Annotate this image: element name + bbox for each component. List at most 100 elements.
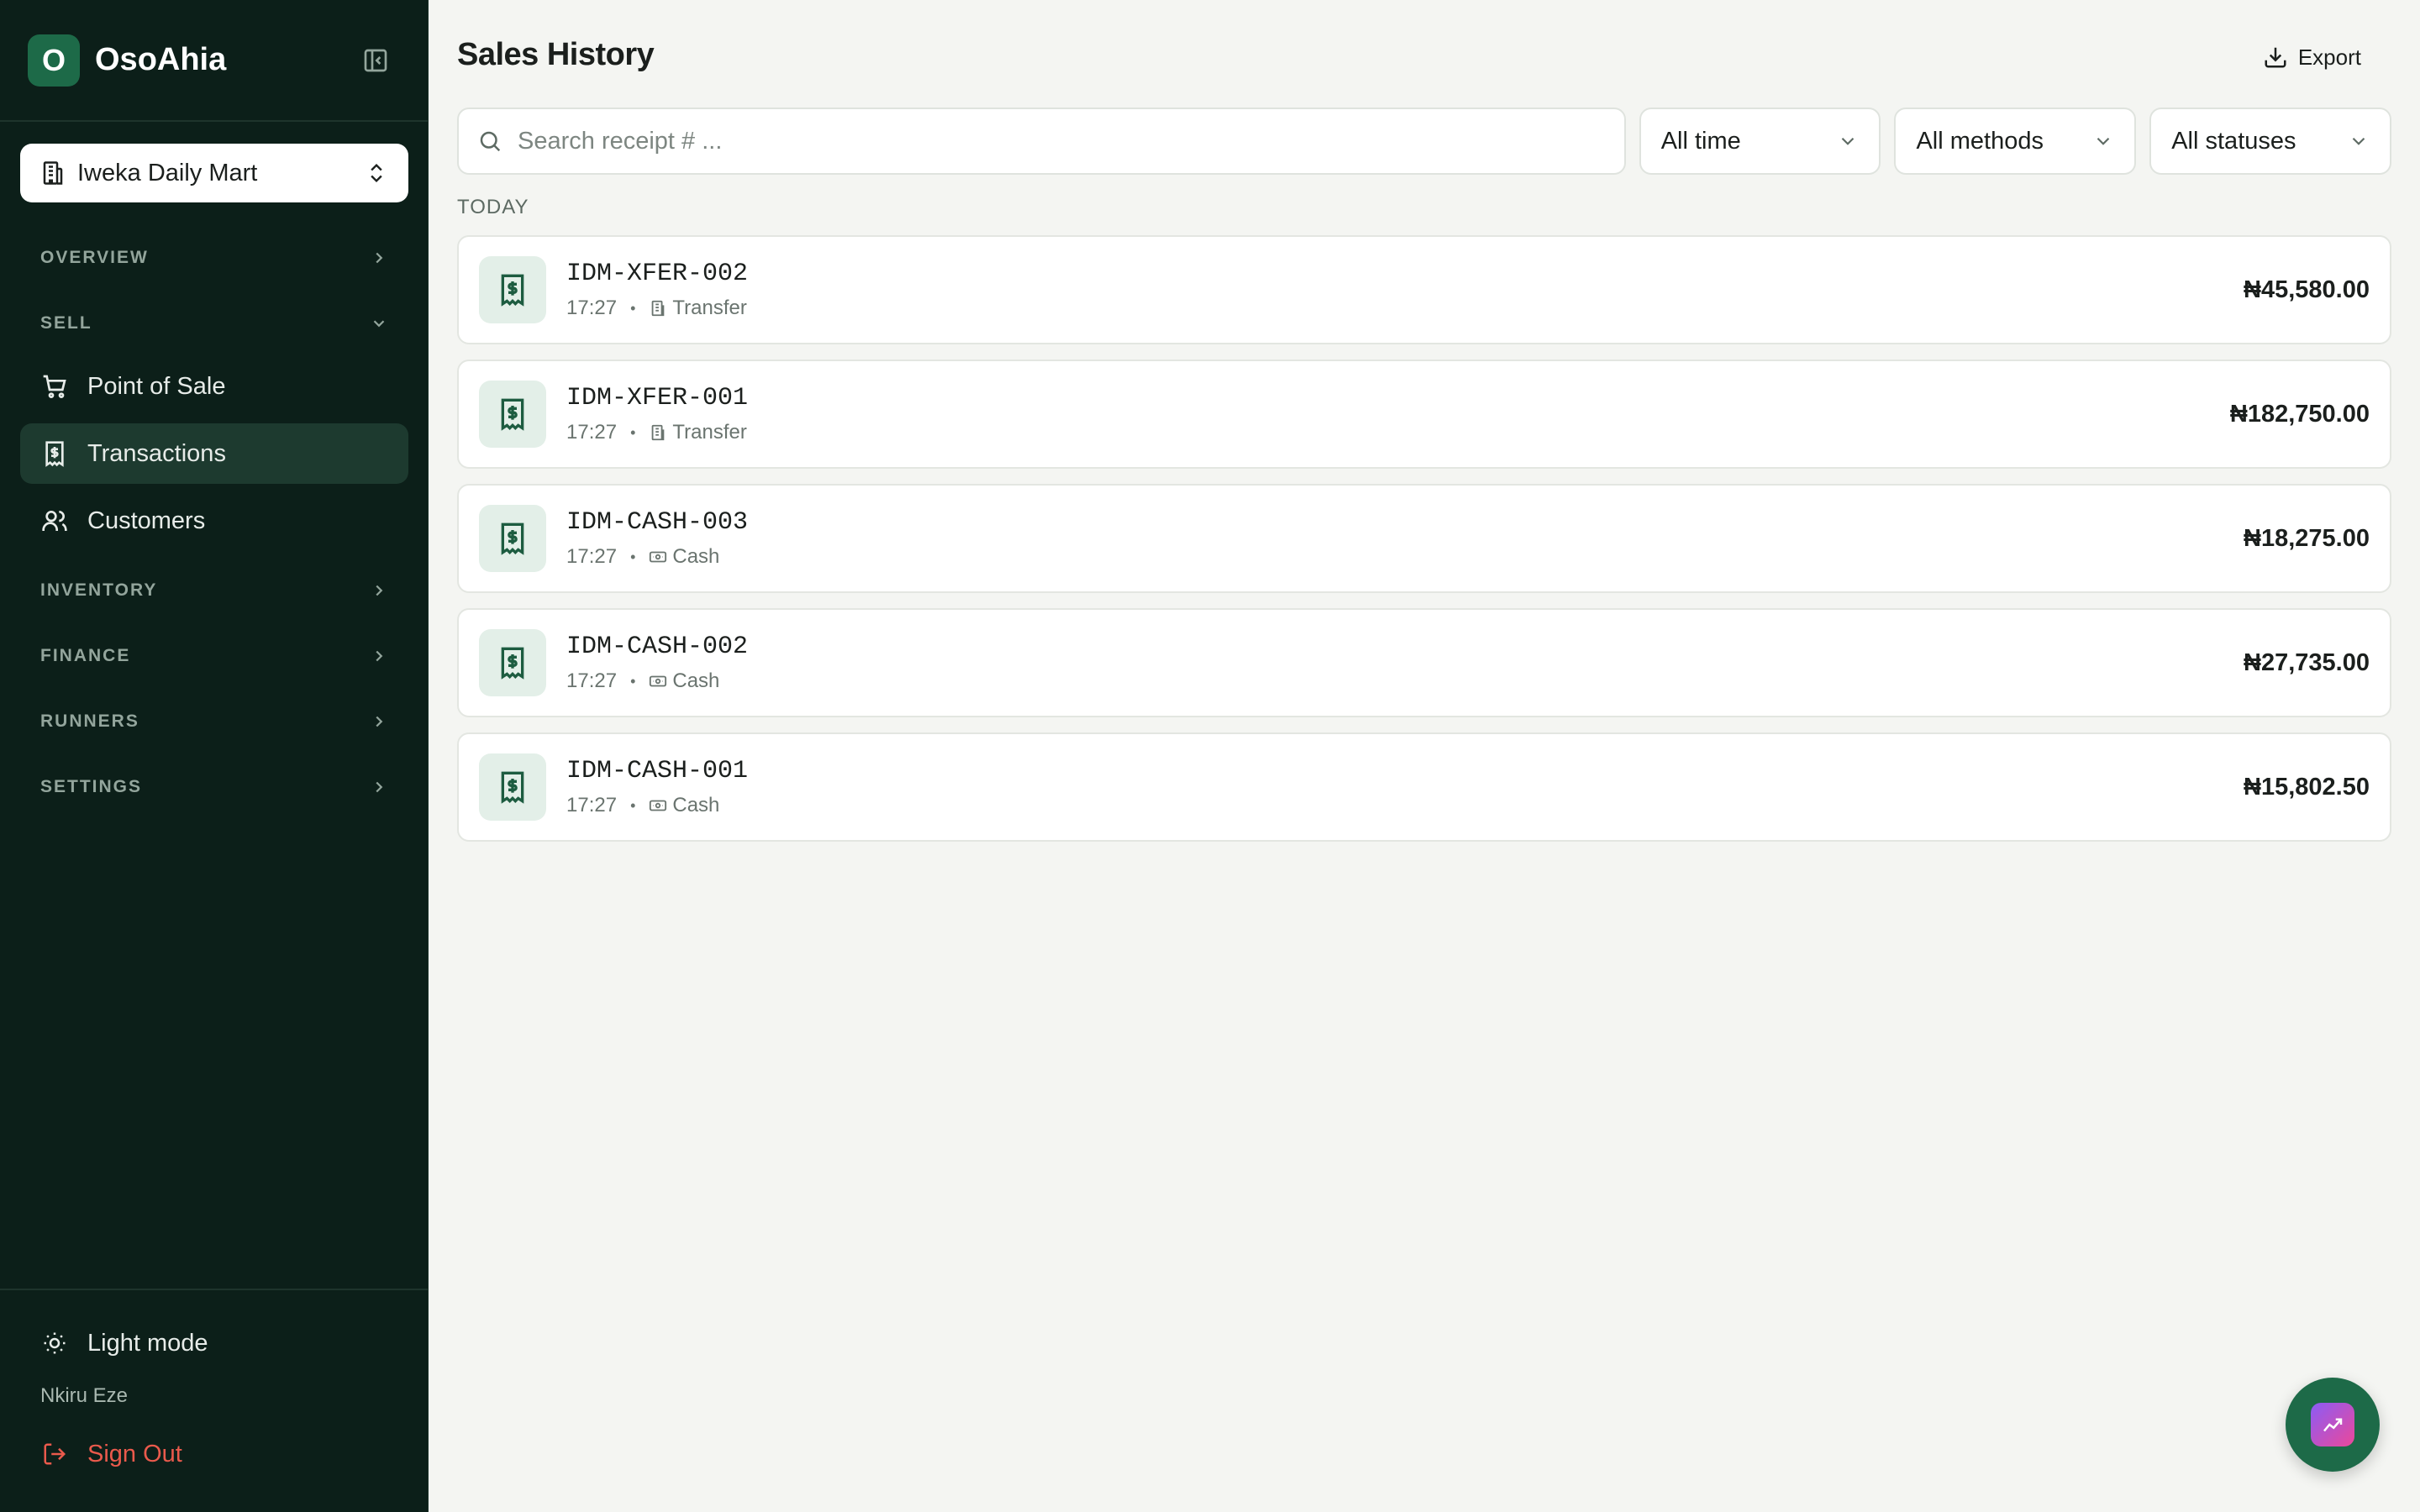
nav-section-runners[interactable]: RUNNERS	[0, 689, 429, 754]
filter-bar: All time All methods All statuses	[457, 108, 2391, 175]
transaction-amount: ₦27,735.00	[2244, 648, 2370, 676]
payment-method: Cash	[672, 545, 720, 568]
separator-dot: •	[630, 796, 636, 814]
cart-icon	[40, 372, 69, 401]
nav-section-sell[interactable]: SELL	[0, 291, 429, 356]
payment-method: Cash	[672, 669, 720, 692]
nav-section-label: OVERVIEW	[40, 248, 149, 267]
receipt-number: IDM-XFER-002	[566, 260, 749, 288]
receipt-number: IDM-CASH-001	[566, 757, 749, 785]
chevron-right-icon	[376, 781, 383, 793]
transaction-time: 17:27	[566, 794, 618, 816]
download-icon	[2263, 45, 2288, 70]
banknote-icon	[649, 796, 667, 815]
banknote-icon	[649, 548, 667, 566]
transaction-time: 17:27	[566, 545, 618, 568]
nav-section-inventory[interactable]: INVENTORY	[0, 558, 429, 623]
sidebar-collapse-button[interactable]	[360, 45, 391, 76]
payment-method: Transfer	[672, 421, 747, 444]
analytics-fab-button[interactable]	[2286, 1378, 2380, 1472]
status-filter-value: All statuses	[2171, 127, 2296, 155]
transaction-info: IDM-CASH-001 17:27 • Cash	[566, 757, 2244, 817]
transaction-row[interactable]: IDM-XFER-002 17:27 • Transfer ₦45,580.00	[457, 235, 2391, 344]
theme-toggle-label: Light mode	[87, 1329, 208, 1357]
receipt-number: IDM-CASH-002	[566, 633, 749, 661]
transaction-meta: 17:27 • Cash	[566, 669, 2244, 693]
sidebar: O OsoAhia Iweka Daily Mart OVERVIEW SELL…	[0, 0, 429, 1512]
date-group-label: TODAY	[457, 196, 529, 218]
store-name: Iweka Daily Mart	[77, 159, 258, 186]
store-switcher[interactable]: Iweka Daily Mart	[20, 144, 408, 202]
brand-logo: O	[28, 34, 80, 87]
transaction-time: 17:27	[566, 297, 618, 319]
receipt-icon	[479, 381, 546, 448]
sidebar-item-label: Point of Sale	[87, 372, 226, 400]
nav-section-label: SELL	[40, 313, 92, 333]
nav-section-label: INVENTORY	[40, 580, 158, 600]
transaction-amount: ₦45,580.00	[2244, 276, 2370, 303]
banknote-icon	[649, 672, 667, 690]
receipt-icon	[479, 629, 546, 696]
sun-icon	[40, 1329, 69, 1357]
sign-out-button[interactable]: Sign Out	[0, 1428, 429, 1480]
chevron-down-icon	[2352, 137, 2365, 145]
transaction-amount: ₦15,802.50	[2244, 773, 2370, 801]
export-button[interactable]: Export	[2263, 40, 2361, 74]
separator-dot: •	[630, 299, 636, 317]
sidebar-item-customers[interactable]: Customers	[20, 491, 408, 551]
sidebar-item-transactions[interactable]: Transactions	[20, 423, 408, 484]
transaction-info: IDM-XFER-001 17:27 • Transfer	[566, 384, 2230, 444]
transaction-info: IDM-CASH-003 17:27 • Cash	[566, 508, 2244, 569]
nav-section-settings[interactable]: SETTINGS	[0, 754, 429, 820]
transaction-amount: ₦18,275.00	[2244, 524, 2370, 552]
search-icon	[480, 131, 501, 152]
transaction-time: 17:27	[566, 669, 618, 692]
transaction-meta: 17:27 • Cash	[566, 545, 2244, 569]
receipt-icon	[479, 256, 546, 323]
sidebar-item-label: Customers	[87, 507, 206, 534]
transaction-info: IDM-XFER-002 17:27 • Transfer	[566, 260, 2244, 320]
separator-dot: •	[630, 423, 636, 441]
chevron-down-icon	[2096, 137, 2110, 145]
page-title: Sales History	[457, 37, 655, 72]
receipt-icon	[479, 505, 546, 572]
receipt-number: IDM-CASH-003	[566, 508, 749, 537]
chevron-right-icon	[376, 716, 383, 727]
time-filter-select[interactable]: All time	[1639, 108, 1881, 175]
receipt-icon	[479, 753, 546, 821]
bank-icon	[649, 423, 667, 442]
user-name: Nkiru Eze	[40, 1384, 129, 1407]
chevron-right-icon	[376, 585, 383, 596]
brand-name: OsoAhia	[95, 42, 227, 77]
nav-section-label: SETTINGS	[40, 777, 143, 796]
transaction-row[interactable]: IDM-CASH-003 17:27 • Cash ₦18,275.00	[457, 484, 2391, 593]
sidebar-item-point-of-sale[interactable]: Point of Sale	[20, 356, 408, 417]
nav-section-finance[interactable]: FINANCE	[0, 623, 429, 689]
transaction-row[interactable]: IDM-CASH-002 17:27 • Cash ₦27,735.00	[457, 608, 2391, 717]
transaction-list: IDM-XFER-002 17:27 • Transfer ₦45,580.00…	[457, 235, 2391, 857]
sidebar-nav: OVERVIEW SELL Point of Sale Transactions…	[0, 225, 429, 820]
transaction-row[interactable]: IDM-CASH-001 17:27 • Cash ₦15,802.50	[457, 732, 2391, 842]
separator-dot: •	[630, 672, 636, 690]
transaction-time: 17:27	[566, 421, 618, 444]
logout-icon	[40, 1440, 69, 1468]
sidebar-footer: Light mode Nkiru Eze Sign Out	[0, 1289, 429, 1512]
transaction-row[interactable]: IDM-XFER-001 17:27 • Transfer ₦182,750.0…	[457, 360, 2391, 469]
search-input[interactable]	[518, 127, 1593, 155]
chevron-right-icon	[376, 650, 383, 662]
nav-section-overview[interactable]: OVERVIEW	[0, 225, 429, 291]
separator-dot: •	[630, 548, 636, 565]
chevron-down-icon	[1842, 137, 1854, 145]
nav-section-label: RUNNERS	[40, 711, 139, 731]
transaction-meta: 17:27 • Transfer	[566, 421, 2230, 444]
status-filter-select[interactable]: All statuses	[2149, 108, 2391, 175]
method-filter-select[interactable]: All methods	[1894, 108, 2137, 175]
chevron-down-icon	[373, 320, 385, 328]
transaction-amount: ₦182,750.00	[2229, 400, 2370, 428]
receipt-number: IDM-XFER-001	[566, 384, 749, 412]
nav-section-label: FINANCE	[40, 646, 131, 665]
theme-toggle[interactable]: Light mode	[0, 1317, 429, 1369]
bank-icon	[649, 299, 667, 318]
brand-header: O OsoAhia	[0, 0, 428, 122]
transaction-meta: 17:27 • Cash	[566, 794, 2244, 817]
